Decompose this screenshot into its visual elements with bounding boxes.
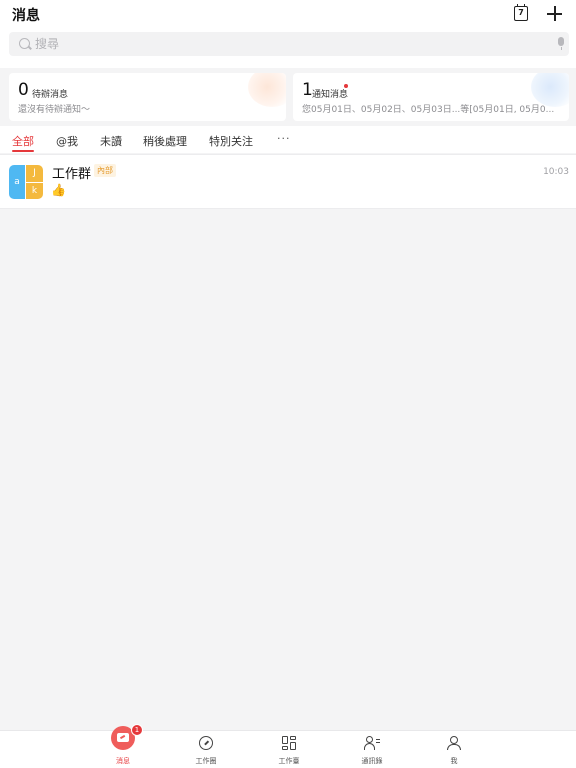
search-bar[interactable] [9, 32, 569, 56]
conversation-list: a J k 工作群 內部 10:03 👍 [0, 154, 576, 209]
nav-label: 我 [450, 757, 458, 765]
nav-contacts[interactable]: 通訊錄 [342, 731, 402, 768]
active-tab-indicator [12, 150, 34, 152]
list-item[interactable]: a J k 工作群 內部 10:03 👍 [0, 155, 576, 209]
calendar-icon[interactable]: 7 [514, 4, 528, 21]
notification-subtitle: 您05月01日、05月02日、05月03日...等[05月01日, 05月0..… [302, 105, 555, 115]
internal-tag: 內部 [94, 164, 116, 177]
pending-count: 0 [18, 80, 29, 100]
pending-subtitle: 還沒有待辦通知～ [18, 105, 91, 115]
more-icon[interactable]: ··· [277, 132, 291, 145]
dashboard-icon [282, 736, 296, 750]
conversation-time: 10:03 [543, 167, 569, 177]
nav-label: 工作圈 [195, 757, 217, 765]
notification-messages-card[interactable]: 1 通知消息 您05月01日、05月02日、05月03日...等[05月01日,… [293, 73, 569, 121]
avatar-letter: k [26, 182, 43, 199]
nav-me[interactable]: 我 [424, 731, 484, 768]
nav-label: 通訊錄 [361, 757, 383, 765]
unread-badge: 1 [131, 724, 143, 736]
compass-icon [199, 736, 213, 750]
notification-label: 通知消息 [312, 90, 349, 100]
filter-tabs: 全部 @我 未讀 稍後處理 特別关注 ··· [0, 126, 576, 153]
tab-unread[interactable]: 未讀 [100, 133, 122, 149]
pending-label: 待辦消息 [32, 90, 69, 100]
tab-all[interactable]: 全部 [12, 133, 34, 149]
tab-mentions[interactable]: @我 [56, 133, 78, 149]
nav-label: 消息 [116, 757, 130, 765]
header: 消息 7 [0, 0, 576, 68]
nav-label: 工作臺 [278, 757, 300, 765]
avatar-letter: J [26, 165, 43, 182]
microphone-icon[interactable] [557, 37, 565, 51]
avatar-letter: a [9, 165, 25, 199]
search-input[interactable] [35, 35, 535, 53]
unread-dot [344, 84, 348, 88]
profile-icon [447, 736, 461, 750]
group-avatar: a J k [9, 165, 43, 199]
pending-messages-card[interactable]: 0 待辦消息 還沒有待辦通知～ [9, 73, 286, 121]
contacts-icon [364, 736, 380, 750]
page-title: 消息 [12, 8, 40, 24]
tab-special-follow[interactable]: 特別关注 [209, 133, 253, 149]
bottom-navigation: 消息 1 工作圈 工作臺 通訊錄 我 [0, 724, 576, 768]
nav-workbench[interactable]: 工作臺 [259, 731, 319, 768]
conversation-name: 工作群 [52, 167, 92, 182]
thumbs-up-icon: 👍 [51, 183, 66, 197]
search-icon [19, 38, 30, 49]
tab-later[interactable]: 稍後處理 [143, 133, 187, 149]
add-icon[interactable] [547, 6, 562, 21]
nav-work-circle[interactable]: 工作圈 [176, 731, 236, 768]
